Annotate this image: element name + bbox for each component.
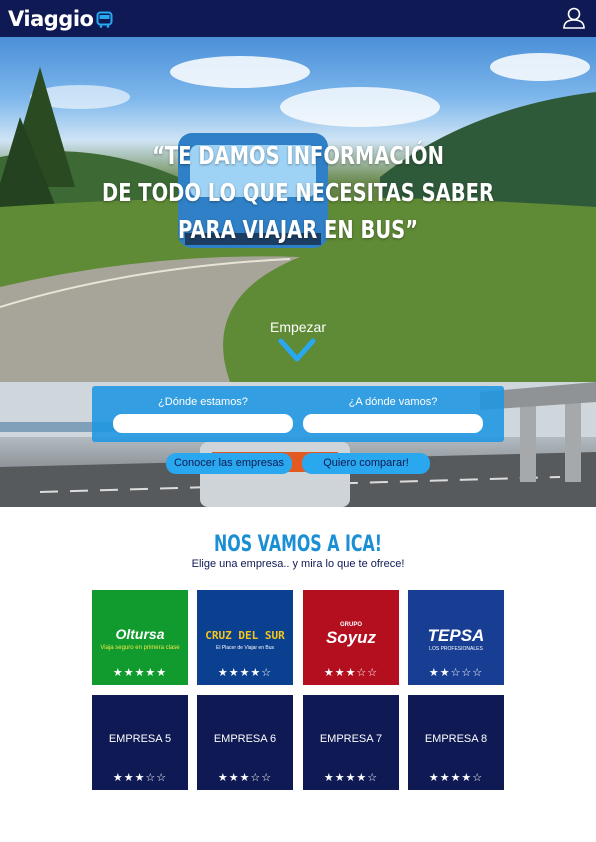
company-card-cruz-del-sur[interactable]: CRUZ DEL SUR El Placer de Viajar en Bus … bbox=[197, 590, 293, 685]
origin-label: ¿Dónde estamos? bbox=[158, 396, 248, 408]
rating-stars: ★★★★★ bbox=[112, 666, 168, 679]
company-name: EMPRESA 5 bbox=[108, 733, 172, 745]
company-card-oltursa[interactable]: Oltursa Viaja seguro en primera clase ★★… bbox=[92, 590, 188, 685]
destination-label: ¿A dónde vamos? bbox=[348, 396, 438, 408]
company-card-tepsa[interactable]: TEPSA LOS PROFESIONALES ★★☆☆☆ bbox=[408, 590, 504, 685]
quote-line-2: de todo lo que necesitas saber bbox=[102, 178, 494, 207]
soyuz-name: Soyuz bbox=[325, 628, 377, 647]
cruz-del-sur-logo: CRUZ DEL SUR El Placer de Viajar en Bus bbox=[197, 626, 293, 651]
origin-input[interactable] bbox=[113, 414, 293, 433]
rating-stars: ★★☆☆☆ bbox=[428, 666, 484, 679]
tepsa-logo: TEPSA LOS PROFESIONALES bbox=[408, 626, 504, 652]
hero-banner: “Te damos información de todo lo que nec… bbox=[0, 37, 596, 382]
rating-stars: ★★★☆☆ bbox=[112, 771, 168, 784]
company-card-soyuz[interactable]: GRUPO Soyuz ★★★☆☆ bbox=[303, 590, 399, 685]
quote-line-3: para viajar en bus” bbox=[177, 215, 419, 244]
cruz-del-sur-name: CRUZ DEL SUR bbox=[205, 629, 285, 642]
soyuz-logo: GRUPO Soyuz bbox=[303, 622, 399, 648]
tepsa-tagline: LOS PROFESIONALES bbox=[429, 646, 483, 652]
oltursa-tagline: Viaja seguro en primera clase bbox=[100, 645, 180, 651]
top-navbar: Viaggio bbox=[0, 0, 596, 37]
rating-stars: ★★★★☆ bbox=[217, 666, 273, 679]
compare-button[interactable]: Quiero comparar! bbox=[302, 453, 430, 474]
company-card-empresa-5[interactable]: EMPRESA 5 ★★★☆☆ bbox=[92, 695, 188, 790]
tepsa-name: TEPSA bbox=[427, 626, 485, 645]
company-name: EMPRESA 6 bbox=[213, 733, 277, 745]
start-label[interactable]: Empezar bbox=[0, 319, 596, 335]
company-card-empresa-7[interactable]: EMPRESA 7 ★★★★☆ bbox=[303, 695, 399, 790]
chevron-down-icon[interactable] bbox=[278, 337, 316, 363]
viaggio-logo[interactable]: Viaggio bbox=[8, 5, 113, 33]
rating-stars: ★★★☆☆ bbox=[217, 771, 273, 784]
bus-icon bbox=[96, 11, 113, 28]
section-title: Nos vamos a ICA! bbox=[213, 532, 383, 557]
company-card-empresa-6[interactable]: EMPRESA 6 ★★★☆☆ bbox=[197, 695, 293, 790]
rating-stars: ★★★★☆ bbox=[323, 771, 379, 784]
company-name: EMPRESA 7 bbox=[319, 733, 383, 745]
logo-text: Viaggio bbox=[8, 7, 94, 31]
company-card-empresa-8[interactable]: EMPRESA 8 ★★★★☆ bbox=[408, 695, 504, 790]
rating-stars: ★★★☆☆ bbox=[323, 666, 379, 679]
companies-button[interactable]: Conocer las empresas bbox=[166, 453, 292, 474]
oltursa-logo: Oltursa Viaja seguro en primera clase bbox=[92, 626, 188, 651]
rating-stars: ★★★★☆ bbox=[428, 771, 484, 784]
destination-input[interactable] bbox=[303, 414, 483, 433]
user-icon[interactable] bbox=[562, 6, 586, 30]
company-name: EMPRESA 8 bbox=[424, 733, 488, 745]
cruz-del-sur-tagline: El Placer de Viajar en Bus bbox=[216, 645, 274, 651]
hero-quote: “Te damos información de todo lo que nec… bbox=[66, 137, 531, 248]
section-subtitle: Elige una empresa.. y mira lo que te ofr… bbox=[191, 558, 405, 570]
oltursa-name: Oltursa bbox=[115, 626, 165, 642]
quote-line-1: “Te damos información bbox=[152, 141, 444, 170]
